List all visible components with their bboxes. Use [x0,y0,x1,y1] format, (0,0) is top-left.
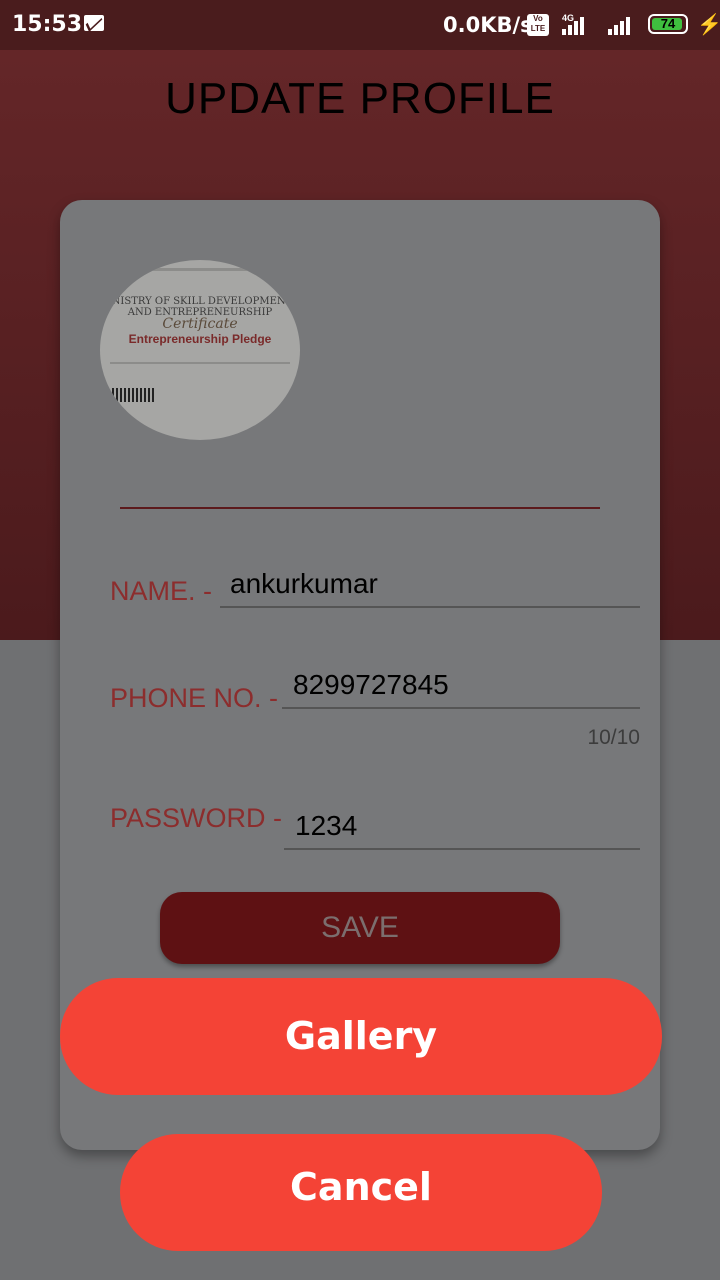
certificate-heading: INISTRY OF SKILL DEVELOPMENT AND ENTREPR… [107,296,293,318]
charging-bolt-icon: ⚡ [697,14,720,36]
volte-icon: Vo LTE [527,14,549,36]
certificate-subtitle: Entrepreneurship Pledge [128,332,272,346]
page-title: UPDATE PROFILE [165,74,555,123]
profile-image[interactable]: INISTRY OF SKILL DEVELOPMENT AND ENTREPR… [100,260,300,440]
status-bar: 15:53 0.0KB/s Vo LTE 4G 74 ⚡ [0,0,720,50]
cancel-button[interactable]: Cancel [120,1134,602,1251]
save-button[interactable]: SAVE [160,892,560,964]
password-input-underline [284,848,640,850]
signal-icon-2 [608,15,638,35]
certificate-border [110,268,290,271]
status-time: 15:53 [12,12,83,37]
image-underline [120,507,600,509]
name-label: NAME. - [110,576,213,606]
name-input[interactable]: ankurkumar [230,568,378,600]
password-input[interactable]: 1234 [295,810,357,842]
phone-char-counter: 10/10 [587,726,640,749]
name-input-underline [220,606,640,608]
phone-label: PHONE NO. - [110,683,279,713]
phone-input-underline [282,707,640,709]
certificate-title: Certificate [162,316,238,332]
signal-icon: 4G [562,13,592,35]
battery-level: 74 [660,16,676,31]
network-type: 4G [562,13,575,23]
network-speed: 0.0KB/s [443,13,533,37]
certificate-divider [110,362,290,364]
battery-icon: 74 [648,14,688,34]
password-label: PASSWORD - [110,803,283,833]
phone-input[interactable]: 8299727845 [293,669,449,701]
mail-icon [84,15,104,31]
gallery-button[interactable]: Gallery [60,978,662,1095]
barcode-icon [112,388,154,402]
